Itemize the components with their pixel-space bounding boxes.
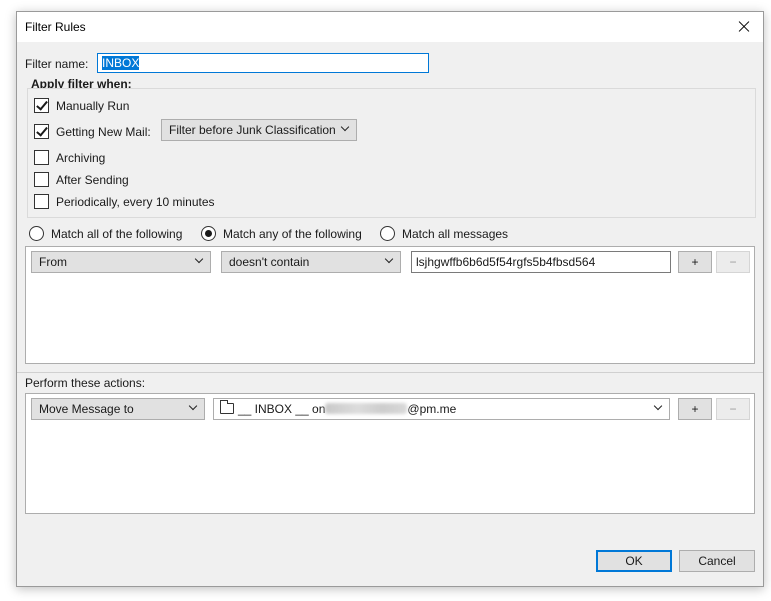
window-title: Filter Rules (25, 20, 86, 34)
rule-operator-dropdown[interactable]: doesn't contain (221, 251, 401, 273)
cancel-button[interactable]: Cancel (679, 550, 755, 572)
after-sending-checkbox[interactable] (34, 172, 49, 187)
periodically-label: Periodically, every 10 minutes (56, 195, 215, 209)
action-type-value: Move Message to (39, 402, 134, 416)
match-any-radio[interactable] (201, 226, 216, 241)
junk-classification-value: Filter before Junk Classification (169, 123, 336, 137)
filter-name-input[interactable]: INBOX (97, 53, 429, 73)
target-folder-prefix: __ INBOX __ on (238, 402, 326, 416)
periodically-checkbox[interactable] (34, 194, 49, 209)
ok-button[interactable]: OK (596, 550, 672, 572)
chevron-down-icon (384, 254, 394, 264)
rules-list: From doesn't contain lsjhgwffb6b6d5f54rg… (25, 246, 755, 364)
after-sending-label: After Sending (56, 173, 129, 187)
match-any-label: Match any of the following (223, 227, 362, 241)
filter-rules-dialog: Filter Rules Filter name: INBOX Apply fi… (16, 11, 764, 587)
actions-heading: Perform these actions: (25, 376, 146, 390)
target-folder-dropdown[interactable]: __ INBOX __ on @pm.me (213, 398, 670, 420)
chevron-down-icon (194, 254, 204, 264)
folder-icon (220, 400, 234, 414)
getting-new-mail-checkbox[interactable] (34, 124, 49, 139)
remove-action-button[interactable]: − (716, 398, 750, 420)
rule-operator-value: doesn't contain (229, 255, 310, 269)
action-type-dropdown[interactable]: Move Message to (31, 398, 205, 420)
archiving-checkbox[interactable] (34, 150, 49, 165)
close-icon[interactable] (733, 16, 755, 38)
apply-filter-group: Manually Run Getting New Mail: Filter be… (27, 88, 756, 218)
chevron-down-icon (188, 401, 198, 411)
junk-classification-dropdown[interactable]: Filter before Junk Classification (161, 119, 357, 141)
filter-name-value: INBOX (102, 56, 140, 70)
match-all-messages-radio[interactable] (380, 226, 395, 241)
match-all-radio[interactable] (29, 226, 44, 241)
add-rule-button[interactable]: + (678, 251, 712, 273)
remove-rule-button[interactable]: − (716, 251, 750, 273)
actions-list: Move Message to __ INBOX __ on @pm.me + − (25, 393, 755, 514)
title-bar: Filter Rules (17, 12, 763, 42)
chevron-down-icon (340, 122, 350, 132)
rule-field-value: From (39, 255, 67, 269)
rule-value-input[interactable]: lsjhgwffb6b6d5f54rgfs5b4fbsd564 (411, 251, 671, 273)
target-folder-suffix: @pm.me (407, 402, 457, 416)
redacted-email (325, 403, 408, 414)
rule-value-text: lsjhgwffb6b6d5f54rgfs5b4fbsd564 (416, 255, 596, 269)
filter-name-label: Filter name: (25, 57, 89, 71)
manually-run-checkbox[interactable] (34, 98, 49, 113)
section-separator (17, 372, 763, 373)
match-all-label: Match all of the following (51, 227, 183, 241)
add-action-button[interactable]: + (678, 398, 712, 420)
manually-run-label: Manually Run (56, 99, 130, 113)
getting-new-mail-label: Getting New Mail: (56, 125, 151, 139)
archiving-label: Archiving (56, 151, 106, 165)
rule-field-dropdown[interactable]: From (31, 251, 211, 273)
chevron-down-icon (653, 401, 663, 411)
match-all-messages-label: Match all messages (402, 227, 509, 241)
